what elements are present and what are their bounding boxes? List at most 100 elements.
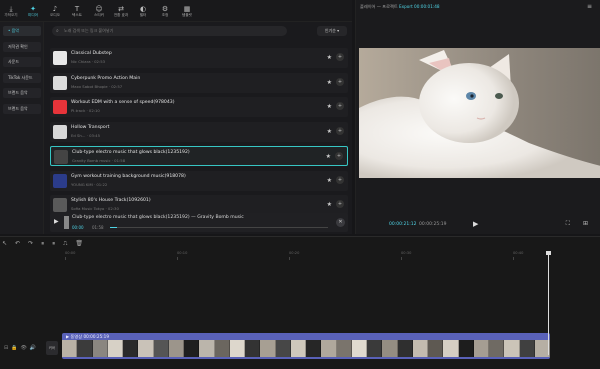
add-icon[interactable]: + — [336, 53, 344, 61]
toolbar-tab-0[interactable]: ⤓ 가져오기 — [0, 0, 22, 22]
timeline-tool-1[interactable]: ↶ — [15, 240, 20, 248]
toolbar-tab-5[interactable]: ⇄ 전환 효과 — [110, 0, 132, 22]
star-icon[interactable]: ★ — [327, 79, 332, 86]
playhead[interactable] — [548, 251, 549, 355]
toolbar-tab-6[interactable]: ◐ 필터 — [132, 0, 154, 22]
timeline-tool-2[interactable]: ↷ — [28, 240, 33, 248]
clip-frame — [92, 340, 108, 357]
track-row[interactable]: Stylish 80's House Track(1092601) Sofia M… — [50, 195, 348, 215]
sidebar-item-3[interactable]: TikTok 사운드 — [3, 72, 41, 83]
clip-frame — [153, 340, 169, 357]
clip-frame — [504, 340, 520, 357]
track-row[interactable]: Gym workout training background music(91… — [50, 170, 348, 191]
sort-dropdown[interactable]: 인기순 ▾ — [317, 26, 347, 36]
fullscreen-icon[interactable]: ⛶ — [566, 220, 570, 228]
track-thumbnail — [53, 75, 67, 90]
add-icon[interactable]: + — [336, 175, 344, 184]
video-clip[interactable]: ▶ 동영상 00:00:25:19 — [62, 333, 550, 359]
star-icon[interactable]: ★ — [327, 201, 332, 208]
star-icon[interactable]: ★ — [326, 153, 331, 160]
ratio-icon[interactable]: ⊞ — [583, 220, 588, 227]
timeline-tool-3[interactable]: ⏸ — [41, 240, 44, 248]
toolbar-tab-label: 텍스트 — [72, 12, 82, 17]
timeline-tool-4[interactable]: ⏸ — [52, 240, 55, 248]
clip-frame — [168, 340, 184, 357]
timeline-tools: ↖ ↶ ↷ ⏸ ⏸ ⎍ 🗑 — [2, 240, 83, 248]
track-row[interactable]: Cyberpunk Promo Action Main Maxx Sabot Bh… — [50, 72, 348, 93]
playhead-handle[interactable] — [546, 251, 551, 255]
search-icon: ⌕ — [56, 28, 59, 34]
track-control-2[interactable]: 👁 — [20, 345, 26, 351]
play-icon[interactable]: ▶ — [473, 220, 478, 228]
track-row[interactable]: Hollow Transport Ed Sh... · 03:45 ★ + — [50, 121, 348, 142]
track-title: Stylish 80's House Track(1092601) — [71, 198, 151, 203]
clip-frame — [290, 340, 306, 357]
track-thumbnail — [53, 51, 67, 65]
toolbar-tab-label: 필터 — [139, 12, 147, 17]
player-panel: 플레이어 — 프로젝트 Export 00:00:01:48 ≡ 00:00:2… — [355, 0, 600, 234]
sidebar-item-1[interactable]: 저작권 확인 — [3, 41, 41, 52]
toolbar-tab-8[interactable]: ▦ 템플릿 — [176, 0, 198, 22]
search-placeholder: 노래 검색 또는 링크 붙여넣기 — [64, 28, 114, 33]
add-icon[interactable]: + — [336, 200, 344, 208]
timeline-tool-0[interactable]: ↖ — [2, 240, 7, 248]
star-icon[interactable]: ★ — [327, 54, 332, 61]
search-input[interactable]: ⌕ 노래 검색 또는 링크 붙여넣기 — [52, 26, 287, 36]
toolbar-tab-1[interactable]: ✦ 미디어 — [22, 0, 44, 22]
track-control-3[interactable]: 🔊 — [30, 345, 36, 351]
clip-frame — [382, 340, 398, 357]
menu-icon[interactable]: ≡ — [587, 3, 592, 10]
ruler-tick: 00:10 — [177, 251, 188, 260]
track-subtitle: YOUNG KIM · 01:22 — [71, 181, 108, 187]
timeline-tool-6[interactable]: 🗑 — [75, 240, 83, 248]
music-panel: ⌕ 노래 검색 또는 링크 붙여넣기 인기순 ▾ Classical Dubst… — [44, 22, 352, 234]
clip-frame — [397, 340, 413, 357]
adjust-icon: ⚙ — [161, 4, 169, 13]
toolbar-tab-2[interactable]: ♪ 오디오 — [44, 0, 66, 22]
now-playing-bar: ▶ Club-type electro music that glows bla… — [50, 213, 348, 232]
track-subtitle: Nic Chiara · 02:53 — [71, 59, 106, 64]
sidebar-item-2[interactable]: 사운드 — [3, 57, 41, 67]
add-icon[interactable]: + — [335, 152, 343, 160]
player-header: 플레이어 — 프로젝트 Export 00:00:01:48 — [360, 4, 440, 10]
sidebar-item-5[interactable]: 브랜드 음악 — [3, 103, 41, 114]
timeline-ruler[interactable]: 00:00 00:10 00:20 00:30 00:40 — [60, 251, 600, 261]
toolbar-tab-3[interactable]: T 텍스트 — [66, 0, 88, 22]
add-icon[interactable]: + — [336, 102, 344, 110]
now-playing-progress[interactable] — [110, 227, 328, 228]
top-toolbar: ⤓ 가져오기 ✦ 미디어 ♪ 오디오 T 텍스트 ☺ 스티커 ⇄ 전환 효과 ◐ 필터 ⚙ 조정 ▦ 템플릿 — [0, 0, 352, 22]
track-control-1[interactable]: 🔒 — [11, 345, 17, 351]
template-icon: ▦ — [183, 4, 191, 13]
toolbar-tab-7[interactable]: ⚙ 조정 — [154, 0, 176, 22]
track-subtitle: Gravity Bomb music · 01:58 — [72, 158, 126, 163]
track-subtitle: Sofia Music Tokyo · 02:30 — [71, 206, 119, 211]
player-current-time: 00:00:21:12 — [389, 222, 417, 227]
clip-frame — [107, 340, 123, 357]
star-icon[interactable]: ★ — [327, 103, 332, 110]
timeline-tool-5[interactable]: ⎍ — [63, 240, 67, 248]
track-controls: ⊟ 🔒 👁 🔊 — [4, 345, 36, 351]
track-row[interactable]: Workout EDM with a sense of speed(978043… — [50, 97, 348, 117]
toolbar-tab-4[interactable]: ☺ 스티커 — [88, 0, 110, 22]
now-playing-duration: 01:58 — [92, 225, 104, 230]
clip-frame — [351, 340, 367, 357]
track-control-0[interactable]: ⊟ — [4, 345, 8, 351]
track-thumbnail — [53, 198, 67, 212]
cover-button[interactable]: 커버 — [46, 341, 58, 355]
star-icon[interactable]: ★ — [327, 177, 332, 184]
transition-icon: ⇄ — [118, 4, 124, 13]
add-icon[interactable]: + — [336, 77, 344, 86]
star-icon[interactable]: ★ — [327, 128, 332, 135]
add-icon[interactable]: + — [336, 126, 344, 135]
track-row[interactable]: Club-type electro music that glows black… — [50, 146, 348, 166]
toolbar-tab-label: 오디오 — [50, 12, 60, 17]
sidebar-item-4[interactable]: 브랜드 음악 — [3, 88, 41, 98]
ruler-tick: 00:20 — [289, 251, 300, 260]
video-preview[interactable] — [359, 48, 600, 178]
clip-frame — [367, 340, 383, 357]
close-icon[interactable]: ✕ — [336, 218, 345, 227]
sticker-icon: ☺ — [95, 4, 103, 13]
sidebar-item-0[interactable]: • 음악 — [3, 26, 41, 36]
play-icon[interactable]: ▶ — [54, 218, 59, 225]
track-row[interactable]: Classical Dubstep Nic Chiara · 02:53 ★ + — [50, 48, 348, 68]
